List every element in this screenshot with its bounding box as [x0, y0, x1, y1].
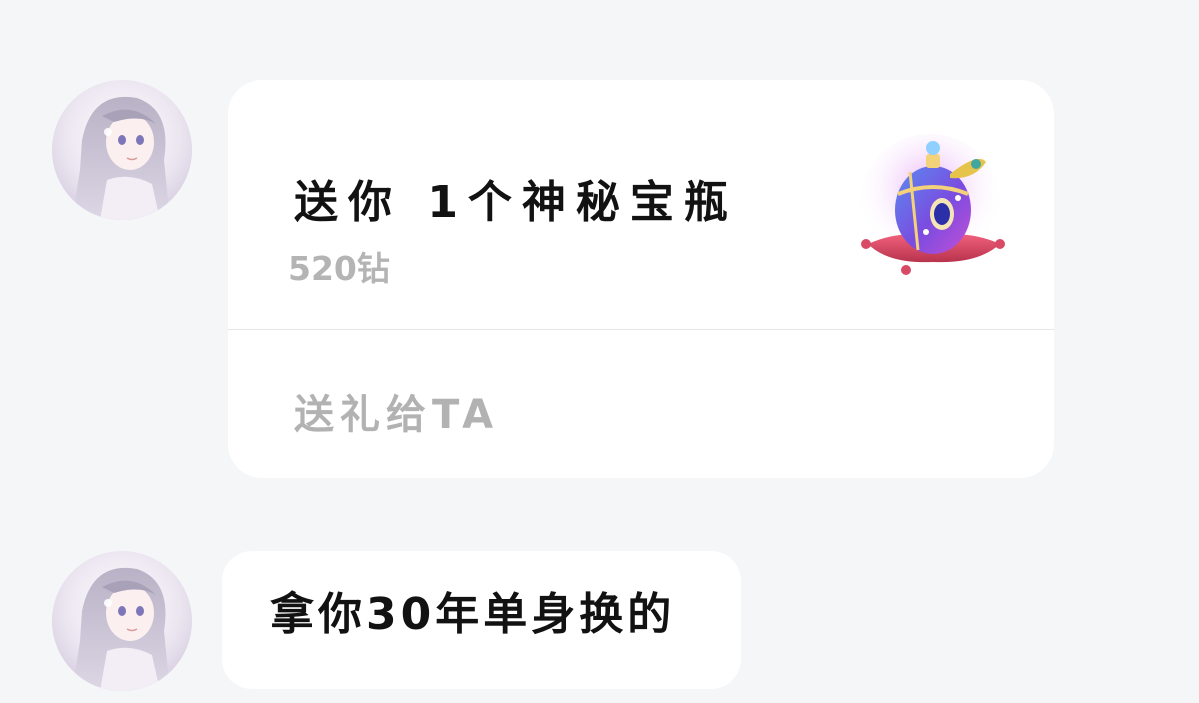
- anime-girl-avatar-icon: [52, 551, 192, 691]
- gift-title: 送你 1个神秘宝瓶: [294, 177, 738, 228]
- message-text: 拿你30年单身换的: [270, 589, 676, 640]
- text-message-bubble[interactable]: 拿你30年单身换的: [222, 551, 741, 689]
- send-gift-button[interactable]: 送礼给TA: [294, 395, 499, 435]
- mystery-bottle-icon: [858, 132, 1008, 287]
- anime-girl-avatar-icon: [52, 80, 192, 220]
- sender-avatar[interactable]: [52, 551, 192, 691]
- card-divider: [228, 329, 1054, 330]
- gift-price: 520钻: [288, 249, 390, 288]
- sender-avatar[interactable]: [52, 80, 192, 220]
- gift-message-card[interactable]: 送你 1个神秘宝瓶 520钻 送礼给TA: [228, 80, 1054, 478]
